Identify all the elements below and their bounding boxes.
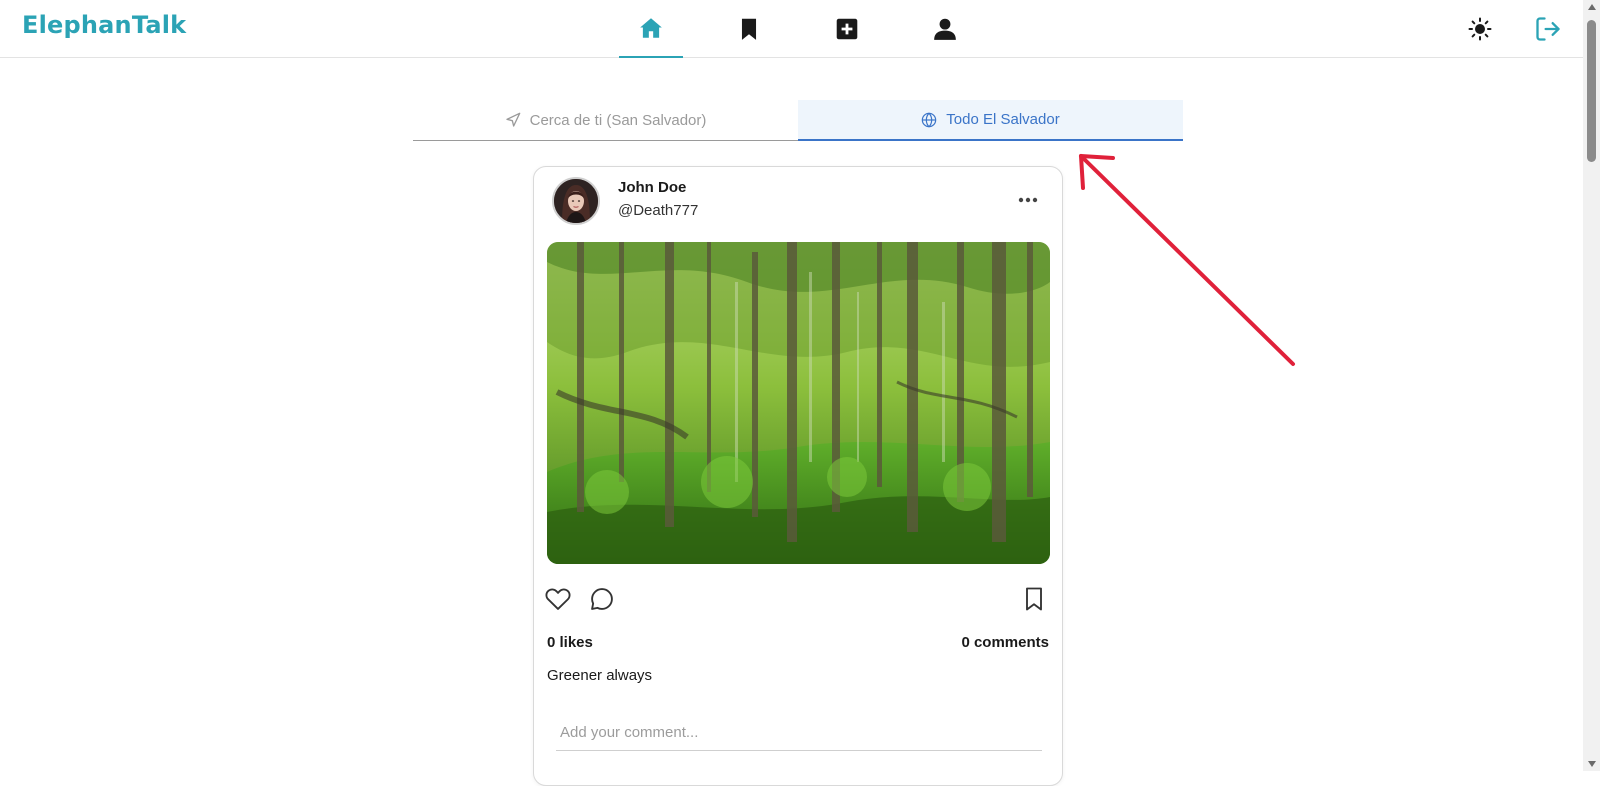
comments-count[interactable]: 0 comments [961,634,1049,651]
tab-all-country[interactable]: Todo El Salvador [798,100,1183,141]
author-avatar[interactable] [552,177,600,225]
top-navbar: ElephanTalk [0,0,1583,58]
post-card: John Doe @Death777 0 likes 0 comments Gr… [533,166,1063,786]
post-options-button[interactable] [1016,193,1040,207]
annotation-arrow-icon [1079,154,1295,366]
theme-toggle-button[interactable] [1463,12,1497,46]
bookmark-icon [741,18,757,40]
tab-all-country-label: Todo El Salvador [946,111,1060,128]
user-icon [934,18,956,40]
scrollbar-thumb[interactable] [1587,20,1596,162]
nav-home-button[interactable] [619,0,683,58]
logout-icon [1536,17,1560,41]
nav-profile-button[interactable] [913,0,977,58]
tab-nearby-label: Cerca de ti (San Salvador) [529,111,707,129]
forest-photo [547,242,1050,564]
plus-square-icon [836,18,858,40]
logout-button[interactable] [1531,12,1565,46]
sun-icon [1468,17,1492,41]
scroll-up-arrow-icon[interactable] [1588,4,1596,10]
author-name[interactable]: John Doe [618,179,686,196]
navigation-arrow-icon [505,112,520,127]
post-caption: Greener always [547,667,653,684]
scroll-down-arrow-icon[interactable] [1588,761,1596,767]
app-logo[interactable]: ElephanTalk [22,11,186,39]
avatar-portrait [554,179,598,223]
feed-tabs: Cerca de ti (San Salvador) Todo El Salva… [413,100,1183,141]
comment-button[interactable] [588,585,616,613]
nav-create-button[interactable] [815,0,879,58]
home-icon [640,18,662,38]
like-button[interactable] [544,585,572,613]
comment-input[interactable] [556,715,1042,751]
post-image[interactable] [547,242,1050,564]
author-handle: @Death777 [618,202,699,219]
tab-nearby[interactable]: Cerca de ti (San Salvador) [413,100,798,141]
bookmark-outline-icon [1026,587,1042,611]
nav-saved-button[interactable] [717,0,781,58]
globe-icon [922,111,937,128]
heart-icon [545,588,571,610]
more-dots-icon [1018,197,1038,203]
likes-count[interactable]: 0 likes [547,634,593,651]
comment-bubble-icon [591,588,613,610]
page-scrollbar[interactable] [1583,0,1600,771]
save-post-button[interactable] [1020,585,1048,613]
